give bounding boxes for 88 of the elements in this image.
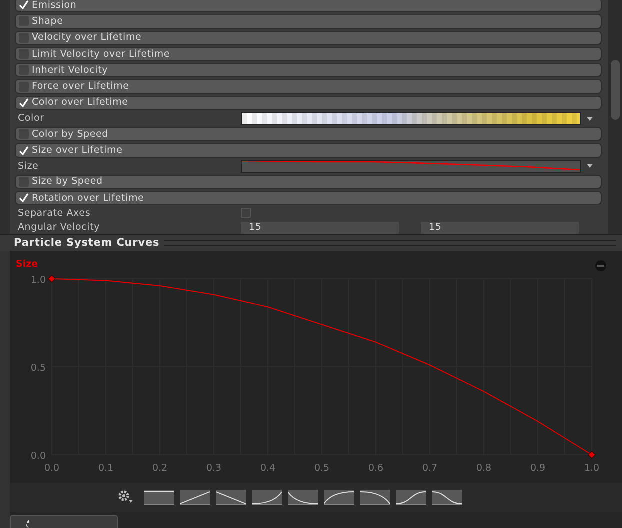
module-checkbox[interactable] [19,16,29,26]
module-checkbox[interactable] [19,193,29,204]
module-header[interactable]: Color by Speed [15,127,602,142]
module-checkbox[interactable] [19,49,29,60]
module-checkbox[interactable] [19,98,29,108]
scrollbar[interactable] [608,0,622,234]
curve-preset-button[interactable] [396,490,426,505]
property-label: Separate Axes [18,208,92,219]
x-tick-label: 0.7 [422,462,438,474]
module-title: Color over Lifetime [32,97,128,108]
x-tick-label: 0.9 [530,462,546,474]
checkmark-icon [19,193,29,204]
module-title: Force over Lifetime [32,81,130,92]
module-checkbox[interactable] [19,129,29,140]
curve-shape-icon [288,491,318,504]
curve-shape-icon [252,491,282,504]
checkmark-icon [19,0,29,10]
y-tick-label: 1.0 [30,274,46,286]
curve-field[interactable] [241,160,581,173]
x-tick-label: 0.8 [476,462,492,474]
module-title: Size by Speed [32,176,103,188]
curve-editor[interactable]: Size 0.0 0.5 1.0 0.0 0.1 0.2 0.3 0.4 0.5 0.6 0.7 0.8 0.9 1.0 [0,250,622,483]
module-header[interactable]: Rotation over Lifetime [15,190,602,206]
module-checkbox[interactable] [19,176,29,187]
curve-shape-icon [180,491,210,504]
module-header[interactable]: Size by Speed [15,174,602,189]
curve-preset-button[interactable] [288,490,318,505]
checkmark-icon [19,98,29,108]
module-title: Size over Lifetime [32,145,123,156]
curve-preset-button[interactable] [180,490,210,505]
module-header[interactable]: Color over Lifetime [15,96,602,110]
module-header[interactable]: Emission [15,0,602,12]
module-title: Inherit Velocity [32,64,108,76]
x-tick-label: 0.4 [260,462,276,474]
module-header[interactable]: Size over Lifetime [15,143,602,158]
dropdown-caret-icon[interactable] [587,163,593,170]
x-tick-label: 0.0 [44,462,60,474]
curve-preset-button[interactable] [432,490,462,505]
property-checkbox[interactable] [241,208,251,218]
checkmark-icon [19,146,29,156]
scrollbar-thumb[interactable] [610,60,620,120]
curve-shape-icon [432,491,462,504]
x-tick-label: 0.3 [206,462,222,474]
module-checkbox[interactable] [19,65,29,76]
curve-preset-button[interactable] [324,490,354,505]
module-title: Limit Velocity over Lifetime [32,48,170,60]
module-title: Velocity over Lifetime [32,32,142,44]
x-tick-label: 1.0 [584,462,600,474]
curve-shape-icon [324,491,354,504]
module-title: Rotation over Lifetime [32,192,144,204]
curve-shape-icon [360,491,390,504]
module-title: Color by Speed [32,128,108,140]
dropdown-caret-icon[interactable] [587,116,593,122]
property-label: Size [18,160,40,172]
curve-key-handle[interactable] [588,450,596,458]
curve-preset-button[interactable] [144,490,174,505]
module-header[interactable]: Inherit Velocity [15,63,602,78]
module-checkbox[interactable] [19,82,29,92]
x-tick-label: 0.2 [152,462,168,474]
curve-shape-icon [216,491,246,504]
y-tick-label: 0.5 [30,362,46,374]
module-checkbox[interactable] [19,32,29,43]
x-tick-label: 0.5 [314,462,330,474]
axis-title: Size [16,258,38,270]
settings-icon[interactable] [118,490,134,504]
curve-preset-button[interactable] [216,490,246,505]
curve-shape-icon [396,491,426,504]
number-field[interactable]: 15 [241,222,399,234]
x-tick-label: 0.6 [368,462,384,474]
module-checkbox[interactable] [19,146,29,156]
module-header[interactable]: Shape [15,14,602,29]
panel-title: Particle System Curves [14,236,160,249]
curve-key-handle[interactable] [48,274,56,282]
gradient-field[interactable] [241,112,581,126]
module-header[interactable]: Limit Velocity over Lifetime [15,46,602,62]
module-header[interactable]: Force over Lifetime [15,79,602,94]
module-title: Shape [32,16,64,27]
module-checkbox[interactable] [19,0,29,10]
property-label: Angular Velocity [18,222,102,234]
remove-icon[interactable] [596,260,606,272]
curve-preset-button[interactable] [360,490,390,505]
y-tick-label: 0.0 [30,450,46,462]
module-header[interactable]: Velocity over Lifetime [15,30,602,45]
module-title: Emission [32,0,77,11]
number-field[interactable]: 15 [421,222,579,234]
property-label: Color [18,113,46,124]
curve-preset-button[interactable] [252,490,282,505]
x-tick-label: 0.1 [98,462,114,474]
